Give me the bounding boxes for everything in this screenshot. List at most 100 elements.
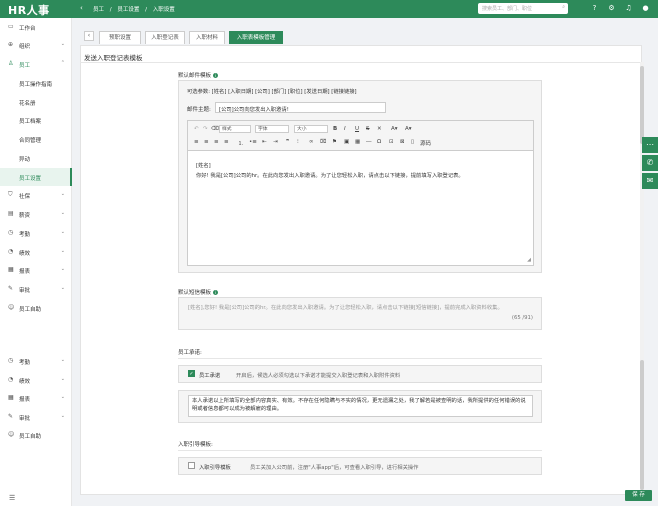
- sidebar-item-report[interactable]: ▦ 报表 ⌄: [0, 261, 72, 279]
- sidebar-item-org[interactable]: ⊕ 组织 ⌄: [0, 36, 72, 54]
- breadcrumb-item-employee-settings[interactable]: 员工设置: [117, 7, 139, 13]
- sidebar-item-self-service[interactable]: ☺ 员工自助: [0, 299, 72, 317]
- guide-checkbox[interactable]: [188, 462, 195, 469]
- sidebar-item-report[interactable]: ▦ 报表 ⌄: [0, 389, 72, 407]
- bell-icon[interactable]: ♫: [624, 4, 633, 13]
- search-placeholder: 搜索员工、部门、职位: [482, 6, 533, 12]
- sidebar-item-self-service[interactable]: ☺ 员工自助: [0, 426, 72, 444]
- code-icon[interactable]: ⁝: [297, 139, 299, 145]
- bold-icon[interactable]: B: [333, 126, 337, 132]
- search-icon[interactable]: ⌕: [562, 4, 565, 10]
- sidebar-item-employee-settings[interactable]: 员工设置: [0, 168, 72, 186]
- sidebar-item-transfer[interactable]: 异动: [0, 149, 72, 167]
- breadcrumb-item-employee[interactable]: 员工: [93, 7, 104, 13]
- outdent-icon[interactable]: ⇤: [262, 139, 267, 145]
- org-icon: ⊕: [8, 41, 14, 48]
- sidebar-item-approval[interactable]: ✎ 审批 ⌄: [0, 408, 72, 426]
- text-color-icon[interactable]: A▾: [391, 126, 398, 132]
- bullet-list-icon[interactable]: •≡: [249, 139, 257, 145]
- sidebar-item-employee[interactable]: ♙ 员工 ⌃: [0, 55, 72, 73]
- guide-description: 员工关加入公司前，注册"人事app"后，可查看入职引导，进行相关操作: [250, 465, 419, 471]
- unlink-icon[interactable]: ⌧: [320, 139, 326, 145]
- sidebar-item-attendance[interactable]: ◷ 考勤 ⌄: [0, 352, 72, 370]
- chart-icon: ◔: [8, 376, 14, 383]
- sidebar-item-salary[interactable]: ▤ 薪资 ⌄: [0, 205, 72, 223]
- sidebar-item-dashboard[interactable]: ▭ 工作台: [0, 18, 72, 36]
- page-title: 发送入职登记表模板: [84, 54, 143, 62]
- save-button[interactable]: 保 存: [625, 490, 652, 501]
- sidebar-item-guide[interactable]: 员工操作指南: [0, 74, 72, 92]
- remove-format-icon[interactable]: ✕: [377, 126, 382, 132]
- scrollbar-thumb[interactable]: [640, 66, 644, 144]
- help-icon[interactable]: ?: [590, 4, 599, 13]
- info-icon[interactable]: i: [213, 290, 219, 295]
- sidebar-item-roster[interactable]: 花名册: [0, 93, 72, 111]
- tab-materials[interactable]: 入职材料: [189, 31, 225, 44]
- wechat-icon[interactable]: ✉: [642, 173, 658, 189]
- ordered-list-icon[interactable]: ⒈: [238, 139, 244, 147]
- format-dropdown-label: 样式: [222, 127, 232, 132]
- chevron-down-icon: ⌄: [60, 210, 65, 216]
- menu-toggle-icon[interactable]: ☰: [9, 494, 15, 502]
- pledge-checkbox[interactable]: ✓: [188, 370, 195, 377]
- format-dropdown[interactable]: 样式: [219, 125, 251, 133]
- editor-content[interactable]: [姓名] 你好! 我是[公司]公司的hr。在此向您发出入职邀请。为了让您轻松入职…: [196, 161, 464, 181]
- align-left-icon[interactable]: ≡: [194, 139, 199, 145]
- image-icon[interactable]: ▣: [344, 139, 349, 145]
- phone-icon[interactable]: ✆: [642, 155, 658, 171]
- user-icon[interactable]: ●: [641, 4, 650, 13]
- font-dropdown[interactable]: 字体: [255, 125, 289, 133]
- quote-icon[interactable]: ❞: [286, 139, 289, 145]
- align-justify-icon[interactable]: ≡: [224, 139, 229, 145]
- settings-icon[interactable]: ⚙: [607, 4, 616, 13]
- scrollbar-thumb[interactable]: [640, 360, 644, 490]
- align-right-icon[interactable]: ≡: [214, 139, 219, 145]
- undo-icon[interactable]: ↶: [194, 126, 199, 132]
- strikethrough-icon[interactable]: S: [366, 126, 370, 132]
- flag-icon[interactable]: ⚑: [332, 139, 337, 145]
- approve-icon: ✎: [8, 285, 14, 292]
- sidebar-item-contract[interactable]: 合同管理: [0, 130, 72, 148]
- redo-icon[interactable]: ↷: [203, 126, 208, 132]
- clock-icon: ◷: [8, 357, 14, 364]
- chat-icon[interactable]: ⋯: [642, 137, 658, 153]
- resize-handle-icon[interactable]: ◢: [527, 257, 531, 263]
- special-char-icon[interactable]: Ω: [377, 139, 381, 145]
- align-center-icon[interactable]: ≡: [204, 139, 209, 145]
- sms-textarea[interactable]: [姓名],您好! 我是[公司]公司的hr。在此向您发出入职邀请。为了让您轻松入职…: [188, 303, 533, 324]
- tab-back-button[interactable]: ‹: [84, 31, 94, 41]
- hr-icon[interactable]: ―: [366, 139, 372, 145]
- bg-color-icon[interactable]: A▾: [405, 126, 412, 132]
- size-dropdown[interactable]: 大小: [294, 125, 328, 133]
- back-arrow-icon[interactable]: ‹: [80, 4, 83, 12]
- tab-template-management[interactable]: 入职表模板管理: [229, 31, 283, 44]
- sidebar-item-approval[interactable]: ✎ 审批 ⌄: [0, 280, 72, 298]
- sidebar: ▭ 工作台 ⊕ 组织 ⌄ ♙ 员工 ⌃ 员工操作指南 花名册 员工档案 合同管理…: [0, 18, 72, 506]
- tab-pre-onboarding[interactable]: 预职设置: [99, 31, 141, 44]
- indent-icon[interactable]: ⇥: [273, 139, 278, 145]
- fullscreen-icon[interactable]: ⊠: [400, 139, 405, 145]
- pledge-textarea[interactable]: 本人承诺以上所填写的全部内容真实、有效。不存在任何隐瞒与不实的情况，更无遗漏之处…: [188, 395, 533, 417]
- italic-icon[interactable]: I: [344, 126, 346, 132]
- source-icon[interactable]: ▯: [411, 139, 414, 145]
- rich-text-editor[interactable]: ↶ ↷ ⌫ 样式 字体 大小 B I U S ✕ A▾ A▾ ≡ ≡ ≡ ≡ ⒈…: [187, 120, 534, 266]
- info-icon[interactable]: i: [213, 73, 219, 78]
- preview-icon[interactable]: ⊡: [389, 139, 394, 145]
- pledge-label: 员工承诺:: [178, 350, 202, 356]
- tab-registration-form[interactable]: 入职登记表: [145, 31, 185, 44]
- underline-icon[interactable]: U: [355, 126, 359, 132]
- link-icon[interactable]: ∞: [309, 139, 314, 145]
- sidebar-item-performance[interactable]: ◔ 绩效 ⌄: [0, 371, 72, 389]
- table-icon[interactable]: ▦: [355, 139, 360, 145]
- clear-format-icon[interactable]: ⌫: [211, 126, 219, 132]
- sidebar-item-attendance[interactable]: ◷ 考勤 ⌄: [0, 224, 72, 242]
- sidebar-item-performance[interactable]: ◔ 绩效 ⌄: [0, 243, 72, 261]
- email-variables: 可选参数: [姓名] [入职日期] [公司] [部门] [职位] [发送日期] …: [187, 89, 357, 95]
- subject-input[interactable]: [公司]公司向您发出入职邀请!: [215, 102, 386, 113]
- monitor-icon: ▭: [8, 23, 14, 30]
- chevron-down-icon: ⌄: [60, 394, 65, 400]
- source-button[interactable]: 源码: [420, 139, 431, 147]
- search-input[interactable]: 搜索员工、部门、职位 ⌕: [478, 3, 568, 14]
- sidebar-item-files[interactable]: 员工档案: [0, 111, 72, 129]
- sidebar-item-social[interactable]: ⛉ 社保 ⌄: [0, 186, 72, 204]
